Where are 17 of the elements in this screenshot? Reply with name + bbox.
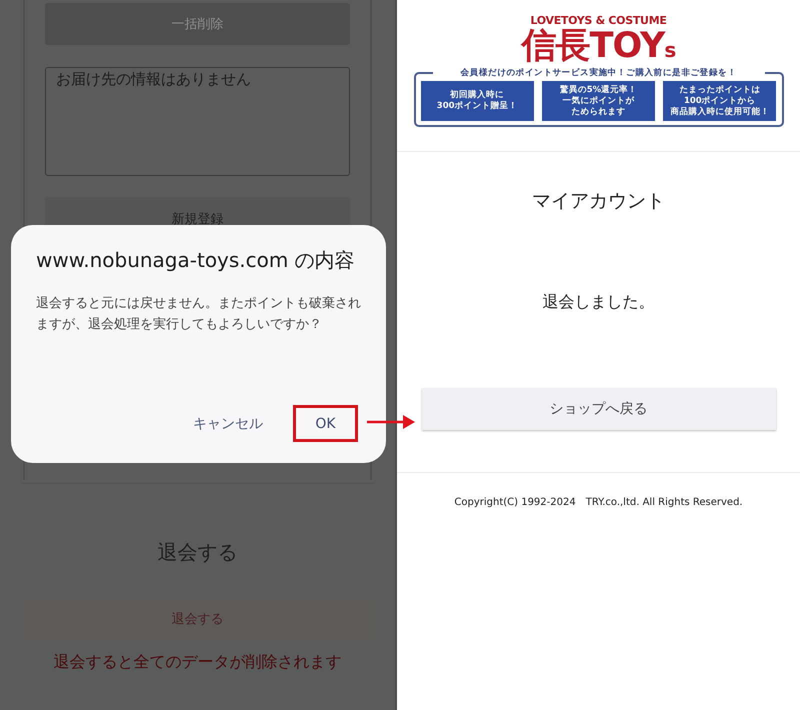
cancel-button[interactable]: キャンセル: [193, 414, 263, 432]
copyright-text: Copyright(C) 1992-2024 TRY.co.,ltd. All Rights Reserved.: [454, 496, 743, 509]
withdrawn-message: 退会しました。: [542, 292, 654, 313]
withdraw-heading: 退会する: [158, 539, 238, 566]
banner-box: 驚異の5%還元率！ 一気にポイントが ためられます: [542, 81, 656, 121]
dialog-title: www.nobunaga-toys.com の内容: [36, 247, 356, 274]
dialog-message: 退会すると元には戻せません。またポイントも破棄されますが、退会処理を実行してもよろしいですか？: [36, 295, 362, 334]
banner-header: 会員様だけのポイントサービス実施中！ご購入前に是非ご登録を！: [432, 67, 764, 79]
address-box: お届け先の情報はありません: [45, 67, 350, 176]
logo-tagline: LOVETOYS & COSTUME: [530, 14, 667, 27]
withdraw-warning: 退会すると全てのデータが削除されます: [54, 652, 342, 673]
banner-box: たまったポイントは 100ポイントから 商品購入時に使用可能！: [663, 81, 776, 121]
ok-button[interactable]: OK: [293, 405, 358, 442]
banner-box: 初回購入時に 300ポイント贈呈！: [420, 81, 534, 121]
back-to-shop-button[interactable]: ショップへ戻る: [422, 388, 776, 430]
arrow-icon: [367, 414, 417, 430]
page-title: マイアカウント: [532, 189, 665, 214]
